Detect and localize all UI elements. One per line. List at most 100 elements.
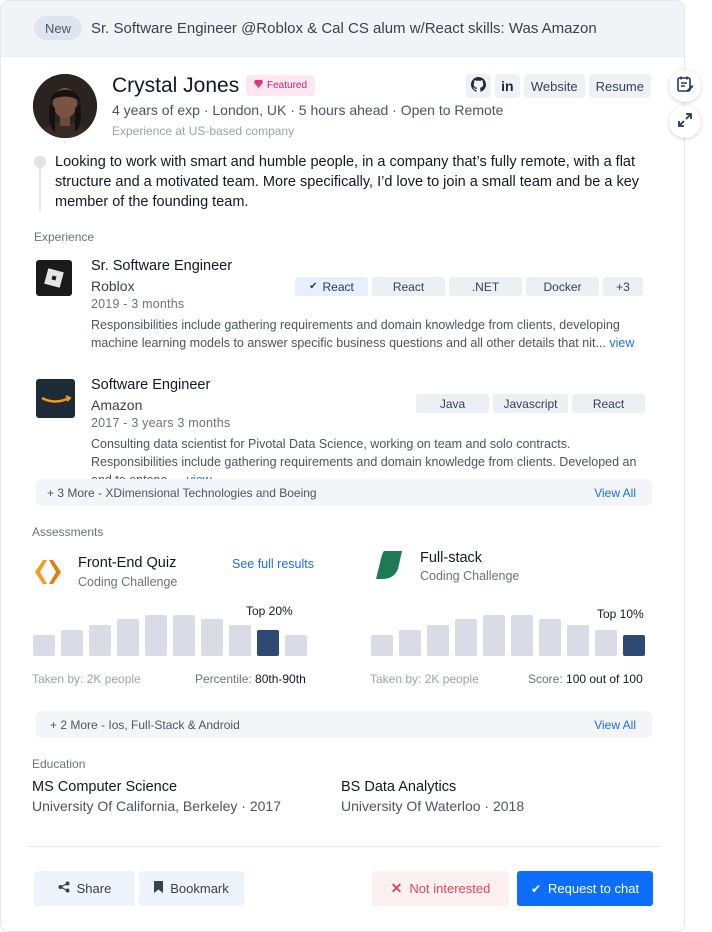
assessment-subtitle: Coding Challenge: [420, 569, 520, 583]
notes-icon: [676, 75, 694, 98]
github-link[interactable]: [465, 74, 491, 98]
score-distribution-chart: [33, 606, 307, 656]
assessment-title: Front-End Quiz: [78, 555, 177, 571]
featured-badge: Featured: [246, 75, 316, 96]
distribution-bar: [427, 625, 449, 656]
resume-link[interactable]: Resume: [588, 74, 651, 98]
skill-tag[interactable]: Javascript: [493, 394, 568, 413]
fullstack-logo: [376, 551, 402, 584]
request-chat-label: Request to chat: [548, 881, 640, 896]
github-icon: [470, 77, 486, 95]
distribution-bar: [595, 630, 617, 656]
distribution-bar: [61, 630, 83, 656]
candidate-headline: Sr. Software Engineer @Roblox & Cal CS a…: [91, 20, 597, 37]
check-icon: ✔: [309, 281, 318, 292]
share-icon: [58, 881, 70, 896]
frontend-quiz-logo: [33, 558, 63, 591]
job-description-text: Responsibilities include gathering requi…: [91, 318, 620, 350]
distribution-bar: [455, 619, 477, 656]
candidate-card: New Sr. Software Engineer @Roblox & Cal …: [0, 0, 685, 932]
candidate-meta: 4 years of exp · London, UK · 5 hours ah…: [112, 102, 504, 118]
not-interested-button[interactable]: ✕ Not interested: [372, 871, 509, 906]
more-skills-tag[interactable]: +3: [603, 277, 643, 296]
quote-dot: [34, 156, 46, 168]
skill-tag-label: React: [322, 279, 354, 294]
score-distribution-chart: [371, 606, 645, 656]
skill-tag[interactable]: Docker: [526, 277, 599, 296]
more-experience-bar: + 3 More - XDimensional Technologies and…: [36, 479, 652, 506]
assessment-taken-by: Taken by: 2K people: [32, 672, 141, 686]
distribution-bar: [201, 619, 223, 656]
footer-divider: [27, 846, 661, 847]
distribution-bar: [229, 625, 251, 656]
job-description: Responsibilities include gathering requi…: [91, 316, 656, 352]
assessment-result-label: Score:: [528, 672, 567, 686]
skill-tag[interactable]: ✔ React: [295, 277, 368, 296]
distribution-bar-highlight: [623, 635, 645, 656]
education-school: University Of Waterloo · 2018: [341, 798, 525, 814]
close-icon: ✕: [390, 880, 403, 896]
assessment-taken-by: Taken by: 2K people: [370, 672, 479, 686]
job-company: Amazon: [91, 397, 143, 413]
assessment-result-value: 100 out of 100: [566, 672, 643, 686]
more-assessments-text: + 2 More - Ios, Full-Stack & Android: [50, 717, 240, 732]
distribution-bar: [567, 625, 589, 656]
notes-button[interactable]: [669, 70, 701, 102]
new-badge: New: [34, 16, 82, 40]
linkedin-icon: in: [501, 78, 514, 94]
distribution-bar: [511, 615, 533, 656]
job-duration: 2017 - 3 years 3 months: [91, 416, 231, 430]
headline-bar: New Sr. Software Engineer @Roblox & Cal …: [1, 1, 684, 57]
distribution-bar: [285, 635, 307, 656]
distribution-bar: [371, 635, 393, 656]
linkedin-link[interactable]: in: [494, 74, 520, 98]
job-title: Sr. Software Engineer: [91, 258, 233, 274]
featured-label: Featured: [267, 80, 308, 91]
skill-tag[interactable]: Java: [416, 394, 489, 413]
assessment-title: Full-stack: [420, 550, 483, 566]
skill-tag[interactable]: React: [572, 394, 645, 413]
experience-label: Experience: [34, 230, 95, 244]
view-more-link[interactable]: view: [609, 336, 634, 350]
share-button[interactable]: Share: [34, 871, 135, 906]
education-label: Education: [32, 757, 86, 771]
roblox-logo: [36, 260, 72, 296]
expand-button[interactable]: [669, 106, 701, 138]
distribution-bar: [483, 615, 505, 656]
check-icon: ✔: [530, 881, 541, 896]
skill-tag[interactable]: .NET: [449, 277, 522, 296]
distribution-bar: [539, 619, 561, 656]
education-degree: BS Data Analytics: [341, 779, 457, 795]
skill-tag[interactable]: React: [372, 277, 445, 296]
more-assessments-bar: + 2 More - Ios, Full-Stack & Android Vie…: [36, 711, 652, 738]
bookmark-button[interactable]: Bookmark: [139, 871, 244, 906]
job-skill-tags: ✔ React React .NET Docker +3: [295, 277, 643, 296]
request-chat-button[interactable]: ✔ Request to chat: [517, 871, 653, 906]
see-full-results-link[interactable]: See full results: [232, 557, 314, 571]
quote-line: [39, 161, 41, 211]
assessment-result: Percentile: 80th-90th: [195, 672, 306, 686]
bookmark-icon: [154, 881, 164, 896]
distribution-bar-highlight: [257, 630, 279, 656]
job-company: Roblox: [91, 278, 135, 294]
avatar: [33, 74, 97, 138]
distribution-bar: [399, 630, 421, 656]
distribution-bar: [33, 635, 55, 656]
website-link[interactable]: Website: [523, 74, 585, 98]
amazon-logo: [36, 379, 75, 418]
view-all-assessments-link[interactable]: View All: [594, 718, 636, 732]
distribution-bar: [89, 625, 111, 656]
share-label: Share: [76, 881, 112, 896]
distribution-bar: [117, 619, 139, 656]
assessments-label: Assessments: [32, 525, 104, 539]
expand-icon: [677, 112, 693, 133]
candidate-quote: Looking to work with smart and humble pe…: [55, 154, 640, 210]
assessment-result-value: 80th-90th: [255, 672, 306, 686]
view-all-experience-link[interactable]: View All: [594, 486, 636, 500]
profile-links: in Website Resume: [465, 74, 651, 98]
education-school: University Of California, Berkeley · 201…: [32, 798, 281, 814]
more-experience-text: + 3 More - XDimensional Technologies and…: [47, 485, 317, 500]
assessment-result: Score: 100 out of 100: [528, 672, 643, 686]
candidate-meta-secondary: Experience at US-based company: [112, 124, 295, 138]
education-degree: MS Computer Science: [32, 779, 178, 795]
